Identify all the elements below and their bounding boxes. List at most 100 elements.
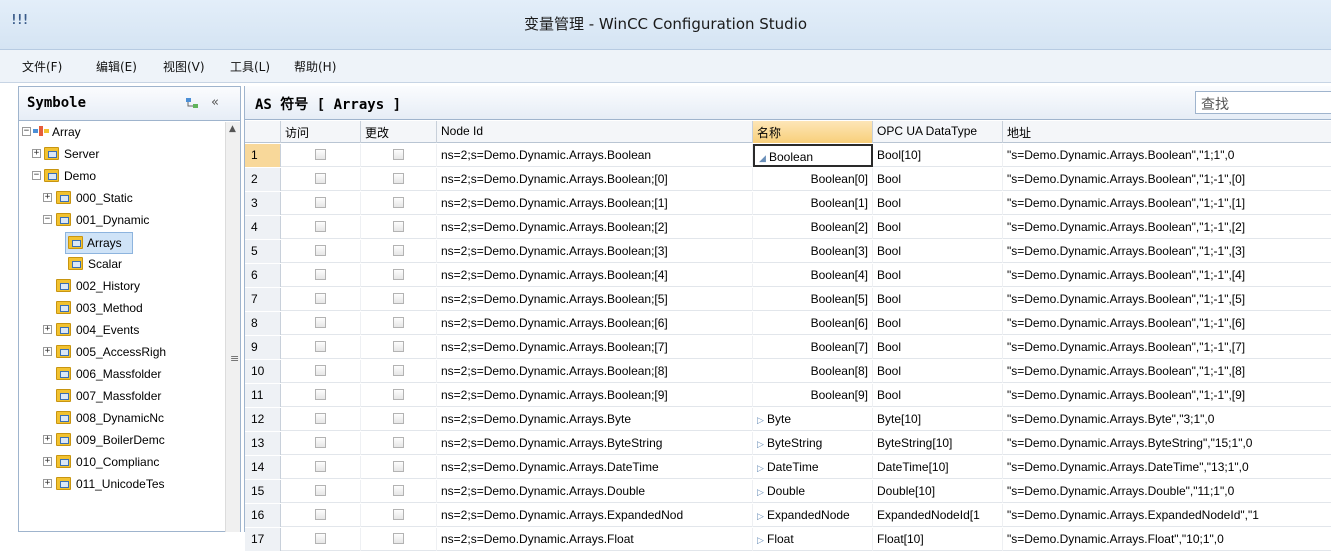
name-cell[interactable]: ▷ Double — [753, 480, 873, 503]
menu-file[interactable]: 文件(F) — [22, 58, 62, 75]
access-checkbox[interactable] — [315, 173, 326, 184]
expand-icon[interactable]: + — [43, 193, 52, 202]
access-checkbox[interactable] — [315, 197, 326, 208]
expand-icon[interactable]: + — [43, 325, 52, 334]
name-cell[interactable]: Boolean[2] — [753, 216, 873, 239]
name-cell[interactable]: Boolean[8] — [753, 360, 873, 383]
node-id-cell[interactable]: ns=2;s=Demo.Dynamic.Arrays.Boolean;[4] — [437, 264, 753, 287]
expand-icon[interactable]: + — [43, 347, 52, 356]
table-row[interactable]: 10 ns=2;s=Demo.Dynamic.Arrays.Boolean;[8]… — [245, 360, 1331, 383]
change-checkbox[interactable] — [393, 365, 404, 376]
tree-item-array[interactable]: − Array — [19, 122, 225, 144]
expand-icon[interactable]: + — [32, 149, 41, 158]
tree-item-002-history[interactable]: 002_History — [19, 276, 225, 298]
node-id-cell[interactable]: ns=2;s=Demo.Dynamic.Arrays.Boolean;[7] — [437, 336, 753, 359]
expand-arrow-icon[interactable]: ▷ — [757, 439, 767, 450]
change-checkbox[interactable] — [393, 317, 404, 328]
expand-icon[interactable]: + — [43, 457, 52, 466]
change-checkbox[interactable] — [393, 533, 404, 544]
datatype-cell[interactable]: Byte[10] — [873, 408, 1003, 431]
address-cell[interactable]: "s=Demo.Dynamic.Arrays.Boolean","1;-1",[… — [1003, 264, 1331, 287]
table-row[interactable]: 2 ns=2;s=Demo.Dynamic.Arrays.Boolean;[0] B… — [245, 168, 1331, 191]
tree-item-005-accessrights[interactable]: + 005_AccessRigh — [19, 342, 225, 364]
menu-tools[interactable]: 工具(L) — [230, 58, 270, 75]
address-cell[interactable]: "s=Demo.Dynamic.Arrays.Double","11;1",0 — [1003, 480, 1331, 503]
table-row[interactable]: 5 ns=2;s=Demo.Dynamic.Arrays.Boolean;[3] B… — [245, 240, 1331, 263]
tree-item-000-static[interactable]: + 000_Static — [19, 188, 225, 210]
node-id-cell[interactable]: ns=2;s=Demo.Dynamic.Arrays.DateTime — [437, 456, 753, 479]
tree-item-server[interactable]: + Server — [19, 144, 225, 166]
access-checkbox[interactable] — [315, 413, 326, 424]
address-cell[interactable]: "s=Demo.Dynamic.Arrays.Boolean","1;-1",[… — [1003, 288, 1331, 311]
tree-item-007-massfolder[interactable]: 007_Massfolder — [19, 386, 225, 408]
node-id-cell[interactable]: ns=2;s=Demo.Dynamic.Arrays.Boolean;[3] — [437, 240, 753, 263]
access-checkbox[interactable] — [315, 485, 326, 496]
table-row[interactable]: 16 ns=2;s=Demo.Dynamic.Arrays.ExpandedNod… — [245, 504, 1331, 527]
table-row[interactable]: 7 ns=2;s=Demo.Dynamic.Arrays.Boolean;[5] B… — [245, 288, 1331, 311]
name-cell[interactable]: Boolean[1] — [753, 192, 873, 215]
address-cell[interactable]: "s=Demo.Dynamic.Arrays.Boolean","1;-1",[… — [1003, 312, 1331, 335]
node-id-cell[interactable]: ns=2;s=Demo.Dynamic.Arrays.Boolean;[2] — [437, 216, 753, 239]
search-input[interactable]: 查找 — [1195, 91, 1331, 114]
collapse-icon[interactable]: − — [22, 127, 31, 136]
datatype-cell[interactable]: Bool — [873, 240, 1003, 263]
datatype-cell[interactable]: Bool — [873, 216, 1003, 239]
node-id-cell[interactable]: ns=2;s=Demo.Dynamic.Arrays.Boolean;[9] — [437, 384, 753, 407]
change-checkbox[interactable] — [393, 461, 404, 472]
table-row[interactable]: 13 ns=2;s=Demo.Dynamic.Arrays.ByteString ▷… — [245, 432, 1331, 455]
datatype-cell[interactable]: Float[10] — [873, 528, 1003, 551]
datatype-cell[interactable]: Bool — [873, 288, 1003, 311]
column-header-address[interactable]: 地址 — [1003, 121, 1331, 143]
change-checkbox[interactable] — [393, 485, 404, 496]
datatype-cell[interactable]: Bool[10] — [873, 144, 1003, 167]
expand-arrow-icon[interactable]: ▷ — [757, 535, 767, 546]
column-header-node-id[interactable]: Node Id — [437, 121, 753, 143]
access-checkbox[interactable] — [315, 533, 326, 544]
address-cell[interactable]: "s=Demo.Dynamic.Arrays.ExpandedNodeId","… — [1003, 504, 1331, 527]
access-checkbox[interactable] — [315, 293, 326, 304]
table-row[interactable]: 4 ns=2;s=Demo.Dynamic.Arrays.Boolean;[2] B… — [245, 216, 1331, 239]
tree-item-003-method[interactable]: 003_Method — [19, 298, 225, 320]
tree-item-scalar[interactable]: Scalar — [19, 254, 225, 276]
address-cell[interactable]: "s=Demo.Dynamic.Arrays.ByteString","15;1… — [1003, 432, 1331, 455]
node-id-cell[interactable]: ns=2;s=Demo.Dynamic.Arrays.Boolean;[0] — [437, 168, 753, 191]
menu-help[interactable]: 帮助(H) — [294, 58, 336, 75]
address-cell[interactable]: "s=Demo.Dynamic.Arrays.Float","10;1",0 — [1003, 528, 1331, 551]
name-cell[interactable]: ▷ Byte — [753, 408, 873, 431]
node-id-cell[interactable]: ns=2;s=Demo.Dynamic.Arrays.ByteString — [437, 432, 753, 455]
table-row[interactable]: 12 ns=2;s=Demo.Dynamic.Arrays.Byte ▷ Byte By… — [245, 408, 1331, 431]
table-row[interactable]: 9 ns=2;s=Demo.Dynamic.Arrays.Boolean;[7] B… — [245, 336, 1331, 359]
collapse-arrow-icon[interactable]: ◢ — [759, 153, 769, 164]
address-cell[interactable]: "s=Demo.Dynamic.Arrays.Boolean","1;-1",[… — [1003, 336, 1331, 359]
address-cell[interactable]: "s=Demo.Dynamic.Arrays.Boolean","1;-1",[… — [1003, 240, 1331, 263]
node-id-cell[interactable]: ns=2;s=Demo.Dynamic.Arrays.Boolean — [437, 144, 753, 167]
datatype-cell[interactable]: Double[10] — [873, 480, 1003, 503]
name-cell[interactable]: Boolean[9] — [753, 384, 873, 407]
menu-view[interactable]: 视图(V) — [163, 58, 205, 75]
node-id-cell[interactable]: ns=2;s=Demo.Dynamic.Arrays.Boolean;[6] — [437, 312, 753, 335]
access-checkbox[interactable] — [315, 317, 326, 328]
tree-item-010-compliance[interactable]: + 010_Complianc — [19, 452, 225, 474]
column-header-access[interactable]: 访问 — [281, 121, 361, 143]
table-row[interactable]: 17 ns=2;s=Demo.Dynamic.Arrays.Float ▷ Float… — [245, 528, 1331, 551]
address-cell[interactable]: "s=Demo.Dynamic.Arrays.Boolean","1;-1",[… — [1003, 192, 1331, 215]
collapse-icon[interactable]: − — [32, 171, 41, 180]
address-cell[interactable]: "s=Demo.Dynamic.Arrays.Boolean","1;-1",[… — [1003, 216, 1331, 239]
access-checkbox[interactable] — [315, 245, 326, 256]
column-header-name[interactable]: 名称 — [753, 121, 873, 143]
collapse-panel-icon[interactable]: « — [211, 95, 219, 110]
tree-scrollbar[interactable]: ▲ ≡ — [225, 122, 240, 532]
access-checkbox[interactable] — [315, 149, 326, 160]
column-header-datatype[interactable]: OPC UA DataType — [873, 121, 1003, 143]
table-row[interactable]: 8 ns=2;s=Demo.Dynamic.Arrays.Boolean;[6] B… — [245, 312, 1331, 335]
expand-arrow-icon[interactable]: ▷ — [757, 415, 767, 426]
collapse-icon[interactable]: − — [43, 215, 52, 224]
table-row[interactable]: 1 ns=2;s=Demo.Dynamic.Arrays.Boolean ◢ Bool… — [245, 144, 1331, 167]
address-cell[interactable]: "s=Demo.Dynamic.Arrays.Boolean","1;-1",[… — [1003, 384, 1331, 407]
tree-item-demo[interactable]: − Demo — [19, 166, 225, 188]
datatype-cell[interactable]: Bool — [873, 192, 1003, 215]
tree-item-arrays[interactable]: Arrays — [65, 232, 133, 254]
address-cell[interactable]: "s=Demo.Dynamic.Arrays.DateTime","13;1",… — [1003, 456, 1331, 479]
name-cell[interactable]: ◢ Boolean — [753, 144, 873, 167]
datatype-cell[interactable]: Bool — [873, 336, 1003, 359]
